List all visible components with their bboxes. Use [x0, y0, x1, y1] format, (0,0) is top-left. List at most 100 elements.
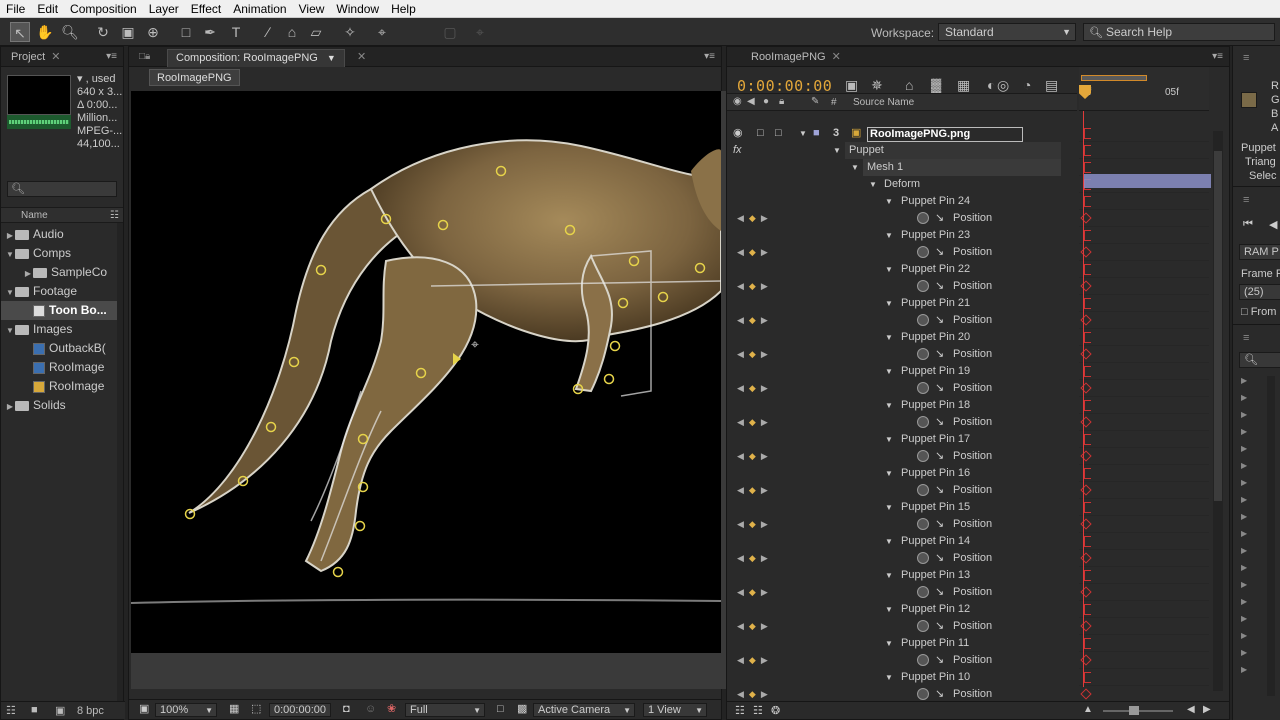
next-keyframe-icon[interactable]: ▶: [761, 383, 773, 393]
keyframe-diamond-icon[interactable]: ◆: [749, 383, 761, 393]
mask-visibility-icon[interactable]: ⬚: [247, 703, 265, 717]
frame-blending-icon[interactable]: ▦: [957, 77, 970, 94]
position-property-row[interactable]: ◀◆▶ ↘ Position: [727, 346, 1079, 363]
comp-breadcrumb[interactable]: RooImagePNG: [149, 69, 240, 86]
keyframe-navigator[interactable]: ◀◆▶: [737, 516, 773, 533]
solo-toggle-icon[interactable]: □: [757, 125, 764, 142]
puppet-pin-label[interactable]: Puppet Pin 23: [901, 227, 970, 244]
effects-scrollbar[interactable]: [1267, 376, 1275, 696]
camera-tool-icon[interactable]: ▣: [118, 22, 138, 42]
position-label[interactable]: Position: [953, 482, 992, 499]
stopwatch-icon[interactable]: [917, 450, 929, 462]
keyframe-diamond-icon[interactable]: ◆: [749, 349, 761, 359]
expanded-triangle-icon[interactable]: ▼: [869, 176, 877, 193]
position-property-row[interactable]: ◀◆▶ ↘ Position: [727, 414, 1079, 431]
expanded-triangle-icon[interactable]: ▼: [885, 329, 893, 346]
interpret-footage-icon[interactable]: ☷: [110, 208, 119, 223]
position-label[interactable]: Position: [953, 652, 992, 669]
puppet-pin-row[interactable]: ▼ Puppet Pin 14: [727, 533, 1079, 550]
new-comp-icon[interactable]: ▣: [55, 704, 65, 717]
puppet-pin-label[interactable]: Puppet Pin 20: [901, 329, 970, 346]
menu-item-composition[interactable]: Composition: [64, 0, 143, 18]
track-row[interactable]: [1079, 652, 1209, 669]
puppet-pin-label[interactable]: Puppet Pin 13: [901, 567, 970, 584]
track-row[interactable]: [1079, 346, 1209, 363]
graph-toggle-icon[interactable]: ↘: [935, 210, 944, 227]
eye-icon[interactable]: ◉: [733, 96, 742, 107]
position-label[interactable]: Position: [953, 448, 992, 465]
project-item[interactable]: ▼ Footage: [1, 282, 123, 301]
track-row[interactable]: [1079, 210, 1209, 227]
track-row[interactable]: [1079, 635, 1209, 652]
prev-keyframe-icon[interactable]: ◀: [737, 519, 749, 529]
position-label[interactable]: Position: [953, 584, 992, 601]
keyframe-navigator[interactable]: ◀◆▶: [737, 244, 773, 261]
zoom-in-icon[interactable]: ◀: [1187, 704, 1195, 715]
position-label[interactable]: Position: [953, 414, 992, 431]
collapsed-triangle-icon[interactable]: ▶: [1241, 614, 1247, 623]
search-help-input[interactable]: 🔍︎ Search Help: [1083, 23, 1275, 41]
position-label[interactable]: Position: [953, 278, 992, 295]
graph-toggle-icon[interactable]: ↘: [935, 278, 944, 295]
position-property-row[interactable]: ◀◆▶ ↘ Position: [727, 380, 1079, 397]
stopwatch-icon[interactable]: [917, 314, 929, 326]
workspace-select[interactable]: Standard ▼: [938, 23, 1076, 41]
keyframe-navigator[interactable]: ◀◆▶: [737, 380, 773, 397]
graph-toggle-icon[interactable]: ↘: [935, 346, 944, 363]
next-keyframe-icon[interactable]: ▶: [761, 417, 773, 427]
puppet-pin-row[interactable]: ▼ Puppet Pin 10: [727, 669, 1079, 686]
stopwatch-icon[interactable]: [917, 280, 929, 292]
next-keyframe-icon[interactable]: ▶: [761, 213, 773, 223]
position-property-row[interactable]: ◀◆▶ ↘ Position: [727, 618, 1079, 635]
puppet-pin-row[interactable]: ▼ Puppet Pin 17: [727, 431, 1079, 448]
keyframe-diamond-icon[interactable]: ◆: [749, 247, 761, 257]
toggle-transfer-icon[interactable]: ❂: [771, 704, 780, 717]
collapsed-triangle-icon[interactable]: ▶: [23, 264, 33, 282]
roto-brush-tool-icon[interactable]: ✧: [340, 22, 360, 42]
lock-toggle-icon[interactable]: □: [775, 125, 782, 142]
pen-tool-icon[interactable]: ✒: [200, 22, 220, 42]
puppet-pin-row[interactable]: ▼ Puppet Pin 24: [727, 193, 1079, 210]
zoom-slider-handle[interactable]: [1129, 706, 1139, 715]
tab-timeline[interactable]: RooImagePNG ✕: [743, 49, 849, 67]
resolution-select[interactable]: Full ▼: [405, 703, 485, 717]
solo-icon[interactable]: ●: [763, 96, 769, 107]
puppet-pin-row[interactable]: ▼ Puppet Pin 16: [727, 465, 1079, 482]
menu-item-animation[interactable]: Animation: [227, 0, 292, 18]
interpret-icon[interactable]: ☷: [6, 704, 16, 717]
expanded-triangle-icon[interactable]: ▼: [885, 499, 893, 516]
view-layout-select[interactable]: 1 View ▼: [643, 703, 707, 717]
keyframe-navigator[interactable]: ◀◆▶: [737, 312, 773, 329]
menu-item-view[interactable]: View: [293, 0, 331, 18]
puppet-effect-label[interactable]: Puppet: [849, 142, 884, 159]
track-row[interactable]: [1079, 550, 1209, 567]
track-row[interactable]: [1079, 516, 1209, 533]
puppet-pin-label[interactable]: Puppet Pin 12: [901, 601, 970, 618]
from-checkbox[interactable]: □ From: [1241, 306, 1276, 318]
transparency-grid-icon[interactable]: ▩: [513, 703, 531, 717]
expanded-triangle-icon[interactable]: ▼: [885, 193, 893, 210]
project-item[interactable]: ▶ SampleCo: [1, 263, 123, 282]
expanded-triangle-icon[interactable]: ▼: [5, 283, 15, 301]
toggle-modes-icon[interactable]: ☷: [753, 704, 763, 717]
current-time-field[interactable]: 0:00:00:00: [269, 703, 331, 717]
mesh-label[interactable]: Mesh 1: [867, 159, 903, 176]
project-item[interactable]: RooImage: [1, 377, 123, 396]
layer-name[interactable]: RooImagePNG.png: [867, 127, 1024, 142]
panel-menu-icon[interactable]: ≡: [1243, 332, 1249, 344]
track-row[interactable]: [1079, 295, 1209, 312]
motion-blur-icon[interactable]: ◐: [987, 77, 995, 93]
graph-toggle-icon[interactable]: ↘: [935, 312, 944, 329]
zoom-out-icon[interactable]: ▲: [1083, 704, 1093, 715]
puppet-pin-row[interactable]: ▼ Puppet Pin 19: [727, 363, 1079, 380]
stopwatch-icon[interactable]: [917, 382, 929, 394]
position-property-row[interactable]: ◀◆▶ ↘ Position: [727, 278, 1079, 295]
next-keyframe-icon[interactable]: ▶: [761, 247, 773, 257]
zoom-in-arrow-icon[interactable]: ▶: [1203, 704, 1211, 715]
project-item[interactable]: OutbackB(: [1, 339, 123, 358]
keyframe-navigator[interactable]: ◀◆▶: [737, 482, 773, 499]
menu-item-help[interactable]: Help: [385, 0, 422, 18]
puppet-pin-label[interactable]: Puppet Pin 15: [901, 499, 970, 516]
menu-item-window[interactable]: Window: [330, 0, 385, 18]
puppet-pin-row[interactable]: ▼ Puppet Pin 12: [727, 601, 1079, 618]
